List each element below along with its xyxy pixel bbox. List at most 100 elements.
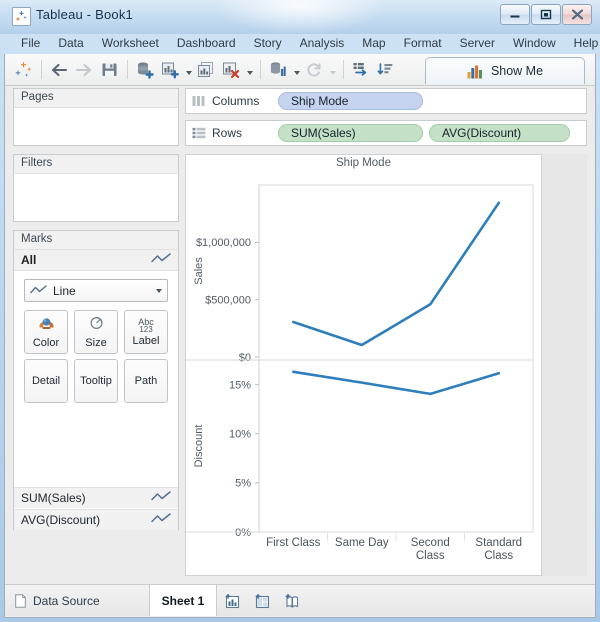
plot-area: $1,000,000 $500,000 $0 Sales 15% 10% 5% 0% Disco… <box>186 177 541 575</box>
svg-text:Same Day: Same Day <box>335 537 389 549</box>
marks-tooltip-button[interactable]: Tooltip <box>74 359 118 403</box>
window-title: Tableau - Book1 <box>36 7 133 22</box>
size-circle-icon <box>88 316 105 336</box>
tableau-home-icon[interactable] <box>11 58 35 82</box>
tableau-window: Tableau - Book1 File Data Worksheet Dash… <box>0 0 600 622</box>
close-button[interactable] <box>562 4 592 25</box>
show-me-button[interactable]: Show Me <box>425 57 585 84</box>
maximize-button[interactable] <box>531 4 561 25</box>
minimize-button[interactable] <box>500 4 530 25</box>
marks-measure-row-sales[interactable]: SUM(Sales) <box>14 487 178 508</box>
sort-descending-icon[interactable] <box>374 58 398 82</box>
chevron-down-icon <box>156 288 162 293</box>
menu-map[interactable]: Map <box>353 34 394 52</box>
svg-text:15%: 15% <box>229 379 251 391</box>
viz-column-header-title: Ship Mode <box>336 157 391 169</box>
toolbar-separator-4 <box>343 60 344 79</box>
sheet-tab-sheet1[interactable]: Sheet 1 <box>150 585 217 616</box>
rows-shelf[interactable]: Rows SUM(Sales) AVG(Discount) <box>185 120 587 146</box>
svg-text:10%: 10% <box>229 429 251 441</box>
menu-format[interactable]: Format <box>395 34 451 52</box>
menu-analysis[interactable]: Analysis <box>291 34 354 52</box>
forward-arrow-icon <box>72 58 96 82</box>
visualization-canvas[interactable]: Ship Mode $1,000,000 $500,000 $0 Sales 15% 10… <box>185 154 542 576</box>
columns-shelf[interactable]: Columns Ship Mode <box>185 88 587 114</box>
show-me-bar-chart-icon <box>467 65 482 78</box>
toolbar: Show Me <box>5 54 595 86</box>
new-dashboard-button[interactable] <box>247 585 277 616</box>
totals-dropdown[interactable] <box>291 58 302 82</box>
rows-shelf-label: Rows <box>212 126 243 140</box>
menu-worksheet[interactable]: Worksheet <box>93 34 168 52</box>
svg-text:$1,000,000: $1,000,000 <box>196 237 251 249</box>
mark-type-dropdown[interactable]: Line <box>24 279 168 302</box>
new-worksheet-button[interactable] <box>217 585 247 616</box>
marks-all-row[interactable]: All <box>14 250 178 271</box>
pill-ship-mode[interactable]: Ship Mode <box>278 92 423 110</box>
line-mark-icon <box>30 282 47 300</box>
pill-avg-discount[interactable]: AVG(Discount) <box>429 124 570 142</box>
marks-label-label: Label <box>132 334 160 347</box>
line-mark-icon <box>151 511 171 529</box>
save-icon[interactable] <box>97 58 121 82</box>
marks-color-button[interactable]: Color <box>24 310 68 354</box>
svg-text:First Class: First Class <box>266 537 321 549</box>
menu-data[interactable]: Data <box>49 34 92 52</box>
marks-path-button[interactable]: Path <box>124 359 168 403</box>
pill-sum-sales[interactable]: SUM(Sales) <box>278 124 423 142</box>
new-story-icon <box>285 593 298 608</box>
left-panel: Pages Filters Marks All Line Color Size … <box>13 88 179 576</box>
menu-window[interactable]: Window <box>504 34 565 52</box>
shelves: Columns Ship Mode Rows SUM(Sales) AVG(Di… <box>185 88 587 150</box>
menu-help[interactable]: Help <box>565 34 600 52</box>
toolbar-separator-1 <box>41 60 42 79</box>
marks-card-title: Marks <box>14 231 178 250</box>
svg-text:Sales: Sales <box>193 257 205 285</box>
maximize-icon <box>540 9 552 20</box>
marks-label-button[interactable]: Abc 123 Label <box>124 310 168 354</box>
tableau-logo-icon <box>12 7 31 26</box>
menu-bar: File Data Worksheet Dashboard Story Anal… <box>4 32 598 54</box>
menu-file[interactable]: File <box>12 34 49 52</box>
marks-detail-label: Detail <box>31 375 61 387</box>
back-arrow-icon[interactable] <box>47 58 71 82</box>
marks-path-label: Path <box>134 375 158 387</box>
pages-card: Pages <box>13 88 179 146</box>
pages-card-title: Pages <box>14 89 178 108</box>
marks-color-label: Color <box>32 336 60 349</box>
marks-size-button[interactable]: Size <box>74 310 118 354</box>
columns-icon <box>192 95 206 107</box>
svg-text:Second: Second <box>411 537 450 549</box>
data-source-icon <box>15 593 26 608</box>
new-story-button[interactable] <box>277 585 307 616</box>
svg-text:$500,000: $500,000 <box>205 294 251 306</box>
marks-measure-row-discount[interactable]: AVG(Discount) <box>14 509 178 530</box>
menu-server[interactable]: Server <box>451 34 504 52</box>
svg-text:0%: 0% <box>235 527 251 539</box>
show-me-label: Show Me <box>490 64 544 78</box>
marks-measure-discount-label: AVG(Discount) <box>21 513 101 527</box>
data-source-tab-label: Data Source <box>33 593 100 608</box>
refresh-icon <box>302 58 326 82</box>
totals-icon[interactable] <box>266 58 290 82</box>
color-palette-icon <box>37 316 56 336</box>
svg-text:Class: Class <box>416 550 445 562</box>
duplicate-sheet-icon[interactable] <box>194 58 218 82</box>
menu-dashboard[interactable]: Dashboard <box>168 34 245 52</box>
menu-story[interactable]: Story <box>245 34 291 52</box>
filters-card: Filters <box>13 154 179 222</box>
data-source-tab[interactable]: Data Source <box>5 585 150 616</box>
clear-sheet-icon[interactable] <box>219 58 243 82</box>
clear-sheet-dropdown[interactable] <box>244 58 255 82</box>
close-icon <box>571 9 583 20</box>
new-worksheet-icon[interactable] <box>158 58 182 82</box>
refresh-dropdown <box>327 58 338 82</box>
marks-detail-button[interactable]: Detail <box>24 359 68 403</box>
minimize-icon <box>510 15 520 18</box>
new-worksheet-dropdown[interactable] <box>183 58 194 82</box>
swap-axes-icon[interactable] <box>349 58 373 82</box>
client-area: Show Me Pages Filters Marks All Line Col… <box>4 54 596 618</box>
svg-text:Discount: Discount <box>193 425 205 468</box>
filters-card-title: Filters <box>14 155 178 174</box>
new-data-source-icon[interactable] <box>133 58 157 82</box>
